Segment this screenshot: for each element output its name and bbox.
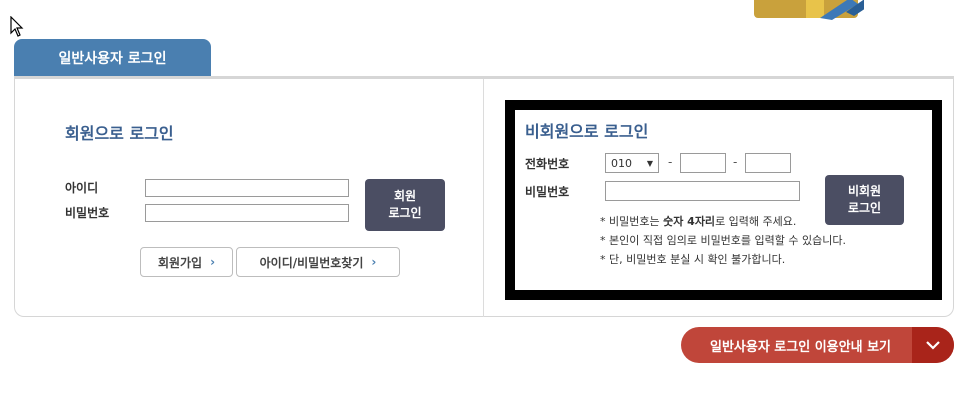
phone-dash: - [733,155,738,169]
guest-login-title: 비회원으로 로그인 [525,122,649,141]
guest-note-text: * 비밀번호는 [600,215,664,228]
guest-note-text: 로 입력해 주세요. [715,215,797,228]
login-guide-button[interactable]: 일반사용자 로그인 이용안내 보기 [681,327,954,363]
guest-note-text: * 본인이 직접 임의로 비밀번호를 입력할 수 있습니다. [600,234,846,247]
member-id-input[interactable] [145,179,349,197]
dropdown-arrow-icon: ▼ [646,158,653,168]
guest-login-box: 비회원으로 로그인 전화번호 비밀번호 010 ▼ - - 비회원 로그인 * … [505,100,942,300]
login-guide-label: 일반사용자 로그인 이용안내 보기 [709,339,892,355]
guest-note: * 본인이 직접 임의로 비밀번호를 입력할 수 있습니다. [600,232,846,248]
guest-password-label: 비밀번호 [525,185,570,199]
guest-login-button[interactable]: 비회원 로그인 [825,175,904,225]
guest-note-text: * 단, 비밀번호 분실 시 확인 불가합니다. [600,253,786,266]
guest-note: * 비밀번호는 숫자 4자리로 입력해 주세요. [600,213,796,229]
phone-prefix-select[interactable]: 010 ▼ [605,153,659,173]
guest-note: * 단, 비밀번호 분실 시 확인 불가합니다. [600,251,785,267]
signup-button-label: 회원가입 [157,255,203,270]
signup-button[interactable]: 회원가입 › [140,247,233,277]
login-panel: 회원으로 로그인 아이디 비밀번호 회원 로그인 회원가입 › 아이디/비밀번호… [14,76,954,317]
member-login-title: 회원으로 로그인 [65,124,174,143]
decoration-illustration [754,0,864,20]
find-id-password-button-label: 아이디/비밀번호찾기 [259,255,364,270]
phone-dash: - [668,155,673,169]
phone-last-input[interactable] [745,153,791,173]
phone-prefix-value: 010 [611,156,632,170]
guest-login-button-line2: 로그인 [847,201,882,215]
phone-middle-input[interactable] [680,153,726,173]
guest-login-button-line1: 비회원 [847,184,882,198]
phone-label: 전화번호 [525,157,570,171]
chevron-down-icon [912,327,954,363]
member-password-input[interactable] [145,204,349,222]
tab-general-user-login[interactable]: 일반사용자 로그인 [14,39,211,77]
guest-note-bold: 숫자 4자리 [663,215,716,228]
member-login-button[interactable]: 회원 로그인 [365,179,445,231]
find-id-password-button[interactable]: 아이디/비밀번호찾기 › [236,247,400,277]
member-login-button-line1: 회원 [393,189,417,203]
password-label: 비밀번호 [65,206,110,220]
cursor-icon [10,16,24,37]
id-label: 아이디 [65,181,99,195]
chevron-right-icon: › [371,255,377,269]
chevron-right-icon: › [210,255,216,269]
member-login-button-line2: 로그인 [388,206,422,220]
guest-password-input[interactable] [605,181,800,201]
panel-divider [483,79,484,317]
